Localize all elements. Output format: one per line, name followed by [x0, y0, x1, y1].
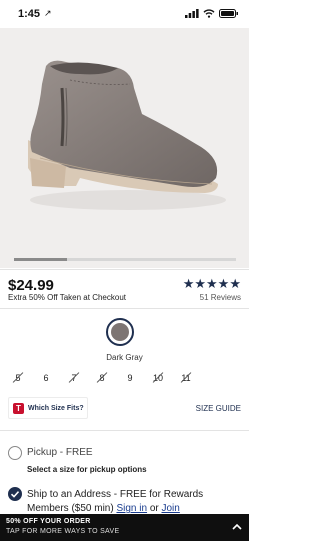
color-swatch-fill [111, 323, 129, 341]
product-price: $24.99 [8, 277, 54, 294]
ship-label-or: or [147, 503, 162, 514]
pickup-note: Select a size for pickup options [27, 465, 147, 474]
pickup-label[interactable]: Pickup - FREE [27, 447, 93, 458]
image-carousel-indicator[interactable] [14, 258, 68, 261]
sign-in-link[interactable]: Sign in [116, 503, 147, 514]
size-option[interactable]: 10 [148, 369, 168, 387]
wifi-icon [203, 9, 215, 18]
size-option[interactable]: 8 [92, 369, 112, 387]
signal-icon [185, 9, 199, 18]
divider [0, 308, 249, 309]
checkmark-icon [10, 491, 20, 498]
star-rating-icon[interactable]: ★★★★★ [183, 276, 241, 292]
promo-banner-title: 50% OFF YOUR ORDER [6, 518, 91, 525]
size-option[interactable]: 7 [64, 369, 84, 387]
status-indicators [185, 9, 239, 18]
selected-color-name: Dark Gray [106, 353, 143, 362]
which-size-fits-button[interactable]: T Which Size Fits? [8, 397, 88, 419]
ship-label[interactable]: Ship to an Address - FREE for Rewards Me… [27, 488, 237, 516]
reviews-link[interactable]: 51 Reviews [200, 293, 241, 302]
color-swatch-dark-gray[interactable] [106, 318, 134, 346]
status-bar: 1:45 ↗ [0, 0, 249, 28]
pickup-radio[interactable] [8, 446, 22, 460]
brand-t-icon: T [13, 402, 24, 414]
status-time: 1:45 [18, 8, 41, 20]
size-option[interactable]: 11 [176, 369, 196, 387]
promo-banner[interactable]: 50% OFF YOUR ORDER TAP FOR MORE WAYS TO … [0, 514, 249, 541]
join-link[interactable]: Join [162, 503, 180, 514]
product-image[interactable] [0, 28, 249, 268]
size-option[interactable]: 5 [8, 369, 28, 387]
location-arrow-icon: ↗ [44, 8, 52, 18]
ankle-boot-image [28, 60, 226, 210]
promo-text: Extra 50% Off Taken at Checkout [8, 293, 126, 302]
divider [0, 269, 249, 270]
size-option[interactable]: 6 [36, 369, 56, 387]
size-guide-link[interactable]: SIZE GUIDE [196, 404, 241, 413]
promo-banner-subtitle: TAP FOR MORE WAYS TO SAVE [6, 528, 120, 535]
size-selector: 5 6 7 8 9 10 11 [8, 369, 196, 387]
size-option[interactable]: 9 [120, 369, 140, 387]
divider [0, 430, 249, 431]
chevron-up-icon[interactable] [231, 521, 243, 533]
which-size-fits-label: Which Size Fits? [28, 404, 84, 412]
battery-icon [219, 9, 238, 18]
ship-radio[interactable] [8, 487, 22, 501]
